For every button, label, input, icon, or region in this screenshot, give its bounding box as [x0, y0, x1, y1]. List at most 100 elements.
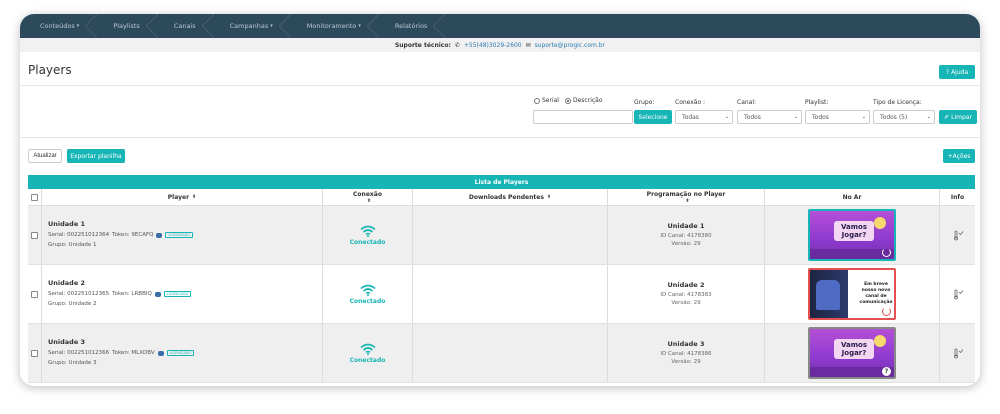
- players-table: Lista de Players Player ⬍ Conexão ⬍ Downlo…: [28, 175, 975, 383]
- support-email-link[interactable]: suporte@progic.com.br: [535, 42, 605, 49]
- thermometer-check-icon[interactable]: [952, 229, 964, 241]
- column-label: Programação no Player: [646, 190, 726, 198]
- column-label: Player: [167, 193, 190, 201]
- downloads-cell: [413, 206, 608, 264]
- table-header: Player ⬍ Conexão ⬍ Downloads Pendentes ⬍ Pr…: [28, 189, 975, 206]
- player-group: Grupo: Unidade 3: [48, 360, 97, 366]
- player-serial: Serial: 002251012366: [48, 350, 110, 356]
- connection-select-value: Todas: [682, 113, 699, 121]
- envelope-icon: ✉: [525, 41, 531, 49]
- program-version: Versão: 29: [671, 300, 701, 306]
- app-window: Conteúdos ▾ Playlists Canais Campanhas ▾ M…: [20, 14, 980, 386]
- player-name: Unidade 2: [48, 279, 86, 287]
- nav-item-canais[interactable]: Canais: [162, 14, 218, 38]
- wifi-icon: [359, 343, 376, 355]
- export-spreadsheet-button[interactable]: Exportar planilha: [67, 149, 125, 163]
- token-icon: [154, 291, 161, 297]
- programming-cell: Unidade 1 ID Canal: 4178380 Versão: 29: [608, 206, 765, 264]
- chevron-down-icon: ▾: [270, 23, 273, 29]
- filter-panel: Serial Descrição Grupo: Selecione Conexã…: [20, 86, 980, 138]
- thermometer-check-icon[interactable]: [952, 288, 964, 300]
- support-label: Suporte técnico:: [394, 41, 451, 49]
- program-channel-id: ID Canal: 4178386: [660, 351, 712, 357]
- top-navigation: Conteúdos ▾ Playlists Canais Campanhas ▾ M…: [20, 14, 980, 38]
- on-air-cell: Vamos Jogar?: [765, 206, 940, 264]
- select-all-checkbox[interactable]: [31, 193, 38, 201]
- player-cell: Unidade 2 Serial: 002251012365 Token: LR…: [42, 265, 323, 323]
- program-version: Versão: 29: [671, 241, 701, 247]
- program-channel-id: ID Canal: 4178383: [660, 292, 712, 298]
- actions-button[interactable]: +Ações: [943, 149, 975, 163]
- row-select-cell: [28, 265, 42, 323]
- nav-label: Canais: [173, 22, 196, 30]
- nav-item-conteudos[interactable]: Conteúdos ▾: [28, 14, 101, 38]
- group-select-button[interactable]: Selecione: [634, 110, 672, 124]
- downloads-cell: [413, 265, 608, 323]
- row-checkbox[interactable]: [31, 349, 38, 357]
- player-serial: Serial: 002251012364: [48, 232, 110, 238]
- player-token: Token: MLXDBV: [112, 350, 155, 356]
- on-air-cell: Vamos Jogar? ?: [765, 324, 940, 382]
- player-serial-line: Serial: 002251012366 Token: MLXDBV LICEN…: [48, 350, 322, 356]
- license-select-value: Todos (5): [880, 113, 908, 121]
- on-air-thumbnail[interactable]: Vamos Jogar? ?: [808, 327, 896, 379]
- row-checkbox[interactable]: [31, 231, 38, 239]
- power-icon: [882, 307, 891, 316]
- wifi-icon: [359, 284, 376, 296]
- connection-status: Conectado: [349, 238, 386, 246]
- radio-description[interactable]: Descrição: [564, 97, 603, 104]
- nav-item-relatorios[interactable]: Relatórios: [383, 14, 449, 38]
- row-checkbox[interactable]: [31, 290, 38, 298]
- column-label: Info: [950, 193, 965, 201]
- column-header-downloads[interactable]: Downloads Pendentes ⬍: [413, 189, 608, 205]
- thumbnail-decoration: [816, 280, 840, 310]
- thermometer-check-icon[interactable]: [952, 347, 964, 359]
- column-header-connection[interactable]: Conexão ⬍: [323, 189, 413, 205]
- license-badge: LICENCIADO: [166, 350, 195, 356]
- table-row: Unidade 1 Serial: 002251012364 Token: 9E…: [28, 206, 975, 265]
- sort-icon: ⬍: [366, 197, 372, 204]
- sort-icon: ⬍: [546, 194, 552, 200]
- radio-serial[interactable]: Serial: [534, 97, 559, 104]
- playlist-select[interactable]: Todos ⌄: [805, 110, 870, 124]
- license-label: Tipo de Licença:: [873, 99, 922, 106]
- license-badge: LICENCIADO: [163, 291, 192, 297]
- radio-description-label: Descrição: [572, 97, 603, 104]
- table-row: Unidade 3 Serial: 002251012366 Token: ML…: [28, 324, 975, 383]
- thumbnail-text: Vamos Jogar?: [834, 221, 874, 241]
- channel-label: Canal:: [737, 99, 757, 106]
- question-icon: ?: [945, 68, 950, 76]
- nav-label: Conteúdos: [40, 22, 75, 30]
- refresh-button[interactable]: Atualizar: [28, 149, 62, 163]
- support-phone-link[interactable]: +55(48)3029-2600: [464, 42, 522, 49]
- question-icon: ?: [882, 367, 891, 376]
- on-air-thumbnail[interactable]: Em breve nosso novo canal de comunicação: [808, 268, 896, 320]
- help-button[interactable]: ? Ajuda: [939, 65, 975, 79]
- row-select-cell: [28, 206, 42, 264]
- player-token: Token: LRBBIQ: [112, 291, 152, 297]
- chevron-down-icon: ⌄: [861, 114, 866, 120]
- power-icon: [882, 248, 891, 257]
- search-input[interactable]: [533, 110, 633, 124]
- wifi-icon: [359, 225, 376, 237]
- radio-button-checked[interactable]: [564, 97, 571, 104]
- program-name: Unidade 1: [667, 222, 705, 230]
- nav-item-campanhas[interactable]: Campanhas ▾: [218, 14, 295, 38]
- nav-item-monitoramento[interactable]: Monitoramento ▾: [295, 14, 383, 38]
- column-header-player[interactable]: Player ⬍: [42, 189, 323, 205]
- clear-filters-button[interactable]: ✐ Limpar: [939, 110, 977, 124]
- channel-select[interactable]: Todos ⌄: [737, 110, 802, 124]
- group-label: Grupo:: [634, 99, 655, 106]
- license-select[interactable]: Todos (5) ⌄: [873, 110, 935, 124]
- nav-item-playlists[interactable]: Playlists: [101, 14, 162, 38]
- radio-button[interactable]: [534, 97, 540, 104]
- select-all-cell: [28, 189, 42, 205]
- column-header-info: Info: [940, 189, 975, 205]
- column-header-programming[interactable]: Programação no Player ⬍: [608, 189, 765, 205]
- token-icon: [157, 350, 164, 356]
- on-air-cell: Em breve nosso novo canal de comunicação: [765, 265, 940, 323]
- page-title: Players: [28, 63, 72, 77]
- player-cell: Unidade 1 Serial: 002251012364 Token: 9E…: [42, 206, 323, 264]
- connection-select[interactable]: Todas ⌄: [675, 110, 733, 124]
- on-air-thumbnail[interactable]: Vamos Jogar?: [808, 209, 896, 261]
